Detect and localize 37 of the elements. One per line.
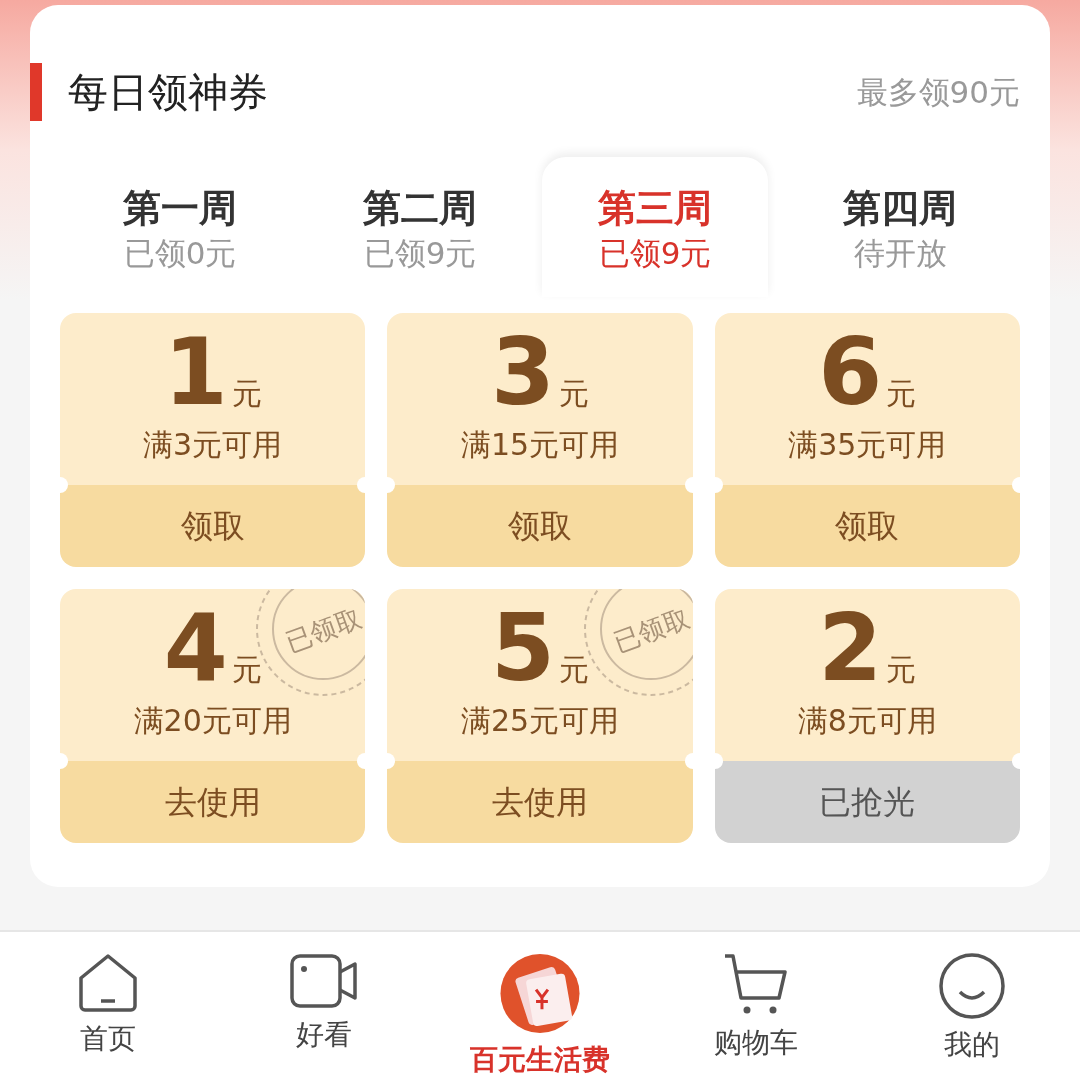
video-camera-icon <box>289 952 359 1010</box>
currency-unit: 元 <box>886 651 917 689</box>
week-tab[interactable]: 第四周 待开放 <box>780 157 1020 297</box>
nav-tab[interactable]: 我的 <box>864 932 1080 1082</box>
claim-button[interactable]: 领取 <box>387 485 693 567</box>
coupon-amount: 1 <box>163 323 228 423</box>
currency-unit: 元 <box>886 375 917 413</box>
usage-condition: 满15元可用 <box>460 426 620 464</box>
currency-unit: 元 <box>231 375 262 413</box>
usage-condition: 满25元可用 <box>460 702 620 740</box>
use-button[interactable]: 去使用 <box>60 761 366 843</box>
coupon-amount: 6 <box>818 323 883 423</box>
money-envelope-icon <box>498 952 582 1035</box>
nav-tab[interactable]: 首页 <box>0 932 216 1082</box>
coupon-amount: 4 <box>163 599 228 699</box>
max-amount-note: 最多领90元 <box>856 72 1020 112</box>
claim-button[interactable]: 领取 <box>60 485 366 567</box>
usage-condition: 满3元可用 <box>143 426 283 464</box>
usage-condition: 满20元可用 <box>133 702 292 740</box>
section-title: 每日领神券 <box>30 63 268 121</box>
sold-out-button[interactable]: 已抢光 <box>714 761 1020 843</box>
coupon-amount: 3 <box>491 323 555 423</box>
use-button[interactable]: 去使用 <box>387 761 693 843</box>
coupon-amount: 5 <box>491 599 555 699</box>
currency-unit: 元 <box>559 651 589 689</box>
usage-condition: 满35元可用 <box>788 426 947 464</box>
currency-unit: 元 <box>559 375 589 413</box>
smiley-face-icon <box>938 952 1006 1020</box>
claim-button[interactable]: 领取 <box>714 485 1020 567</box>
nav-tab[interactable]: 好看 <box>216 932 432 1082</box>
coupon-amount: 2 <box>818 599 883 699</box>
week-tab[interactable]: 第三周 已领9元 <box>542 157 768 297</box>
nav-tab[interactable]: 购物车 <box>648 932 864 1082</box>
usage-condition: 满8元可用 <box>797 702 937 740</box>
week-tab[interactable]: 第一周 已领0元 <box>60 157 300 297</box>
week-tab[interactable]: 第二周 已领9元 <box>300 157 540 297</box>
nav-tab[interactable]: 百元生活费 <box>432 932 648 1082</box>
